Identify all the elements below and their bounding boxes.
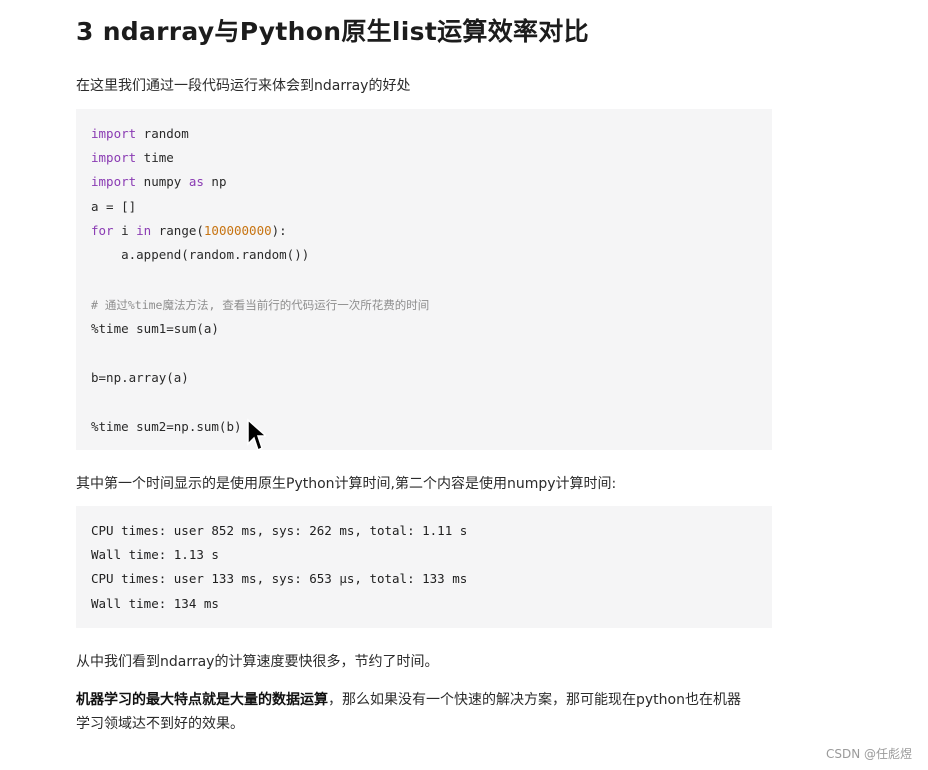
explanation-paragraph: 其中第一个时间显示的是使用原生Python计算时间,第二个内容是使用numpy计…: [76, 476, 617, 492]
output-line: CPU times: user 852 ms, sys: 262 ms, tot…: [91, 523, 468, 538]
code-line: for i in range(100000000):: [91, 223, 287, 238]
code-line: %time sum2=np.sum(b): [91, 419, 242, 434]
final-paragraph-text: ，那么如果没有一个快速的解决方案，那可能现在python也在机器: [328, 692, 741, 708]
final-paragraph: 机器学习的最大特点就是大量的数据运算，那么如果没有一个快速的解决方案，那可能现在…: [76, 689, 741, 709]
mouse-pointer-icon: [247, 418, 266, 452]
code-text: ):: [271, 223, 287, 238]
code-line: %time sum1=sum(a): [91, 321, 219, 336]
conclusion-paragraph: 从中我们看到ndarray的计算速度要快很多，节约了时间。: [76, 654, 439, 670]
watermark: CSDN @任彪煜: [825, 747, 912, 761]
code-comment: # 通过%time魔法方法, 查看当前行的代码运行一次所花费的时间: [91, 298, 430, 312]
code-line: a.append(random.random()): [91, 247, 310, 262]
number-literal: 100000000: [203, 223, 272, 238]
code-line: b=np.array(a): [91, 370, 189, 385]
code-text: random: [136, 126, 189, 141]
code-text: numpy: [136, 174, 189, 189]
code-text: i: [113, 223, 137, 238]
code-line: import numpy as np: [91, 174, 226, 189]
keyword: import: [91, 150, 137, 165]
code-block: import random import time import numpy a…: [76, 109, 772, 450]
output-line: Wall time: 1.13 s: [91, 547, 219, 562]
keyword: as: [188, 174, 204, 189]
page-title: 3 ndarray与Python原生list运算效率对比: [76, 17, 589, 46]
code-line: import time: [91, 150, 174, 165]
keyword: for: [91, 223, 114, 238]
keyword: in: [136, 223, 152, 238]
code-line: import random: [91, 126, 189, 141]
intro-paragraph: 在这里我们通过一段代码运行来体会到ndarray的好处: [76, 78, 411, 94]
keyword: import: [91, 174, 137, 189]
bold-phrase: 机器学习的最大特点就是大量的数据运算: [76, 692, 328, 708]
output-line: CPU times: user 133 ms, sys: 653 µs, tot…: [91, 571, 468, 586]
keyword: import: [91, 126, 137, 141]
code-text: time: [136, 150, 174, 165]
final-paragraph-line2: 学习领域达不到好的效果。: [76, 716, 244, 732]
code-text: np: [203, 174, 227, 189]
output-block: CPU times: user 852 ms, sys: 262 ms, tot…: [76, 506, 772, 628]
output-line: Wall time: 134 ms: [91, 596, 219, 611]
code-text: range(: [151, 223, 204, 238]
code-line: a = []: [91, 199, 137, 214]
